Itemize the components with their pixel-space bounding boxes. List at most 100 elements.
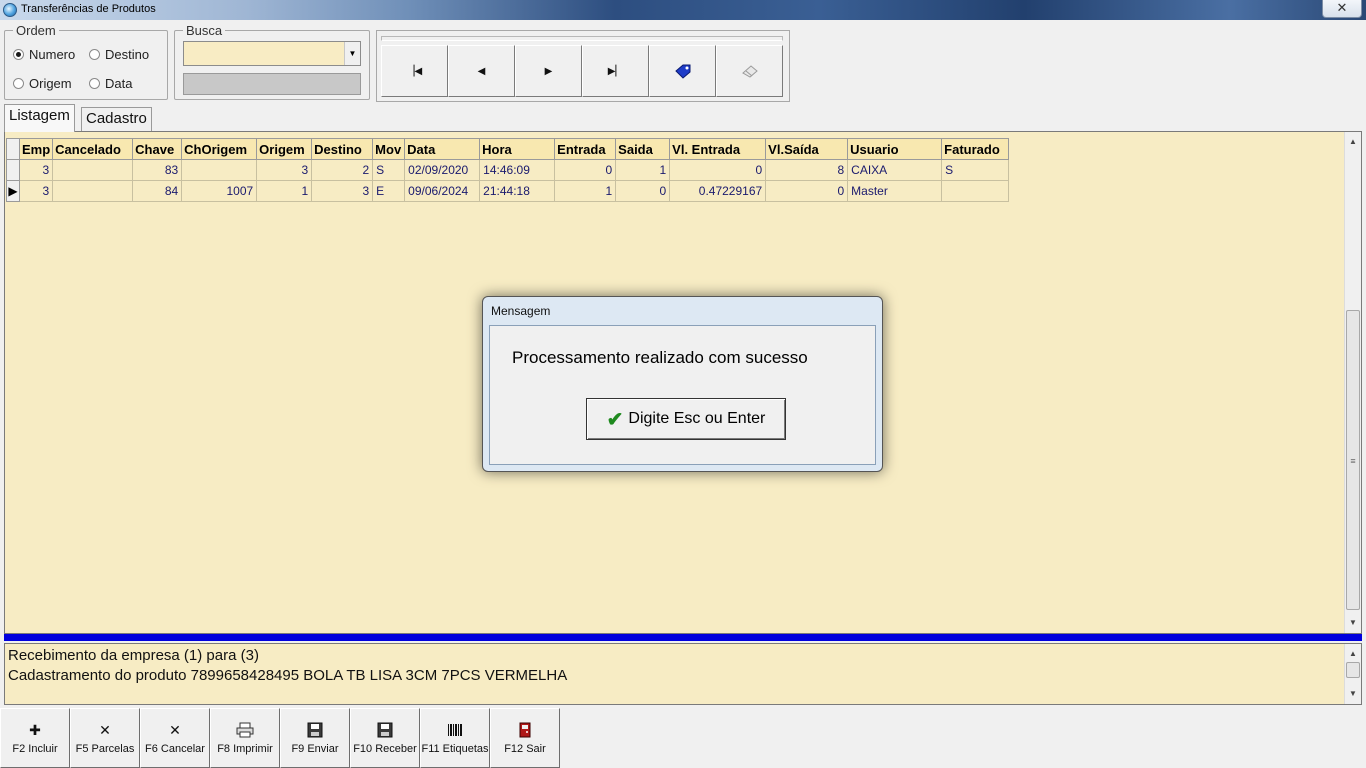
table-row[interactable]: ▶ 3 84 1007 1 3 E 09/06/2024 21:44:18 1 … xyxy=(6,180,1010,202)
cell-chorigem[interactable]: 1007 xyxy=(181,180,258,202)
cell-cancelado[interactable] xyxy=(52,159,134,181)
column-header-emp[interactable]: Emp xyxy=(18,138,54,160)
tab-listagem[interactable]: Listagem xyxy=(4,104,75,132)
last-record-icon: ▶▏ xyxy=(607,65,624,77)
checkmark-icon: ✔ xyxy=(606,408,624,431)
f2-incluir-label: F2 Incluir xyxy=(12,743,58,755)
cell-faturado[interactable]: S xyxy=(941,159,1010,181)
column-header-vl-saida[interactable]: Vl.Saída xyxy=(765,138,849,160)
splitter-bar[interactable] xyxy=(4,634,1362,641)
cell-hora[interactable]: 21:44:18 xyxy=(479,180,556,202)
radio-data-dot[interactable] xyxy=(89,78,100,89)
window-title: Transferências de Produtos xyxy=(21,3,156,15)
cell-data[interactable]: 09/06/2024 xyxy=(404,180,481,202)
cell-saida[interactable]: 0 xyxy=(615,180,671,202)
radio-numero-dot[interactable] xyxy=(13,49,24,60)
cell-vl-saida[interactable]: 0 xyxy=(765,180,849,202)
busca-combo[interactable]: ▼ xyxy=(183,41,361,66)
f2-incluir-button[interactable]: ✚ F2 Incluir xyxy=(0,708,70,768)
column-header-entrada[interactable]: Entrada xyxy=(554,138,617,160)
column-header-chave[interactable]: Chave xyxy=(132,138,183,160)
scroll-up-icon[interactable]: ▲ xyxy=(1345,646,1361,662)
column-header-data[interactable]: Data xyxy=(404,138,481,160)
column-header-hora[interactable]: Hora xyxy=(479,138,556,160)
column-header-saida[interactable]: Saida xyxy=(615,138,671,160)
nav-post-button[interactable] xyxy=(649,45,716,97)
cell-destino[interactable]: 3 xyxy=(311,180,374,202)
table-row[interactable]: 3 83 3 2 S 02/09/2020 14:46:09 0 1 0 8 C… xyxy=(6,159,1010,181)
dialog-ok-label: Digite Esc ou Enter xyxy=(628,410,766,427)
cell-entrada[interactable]: 0 xyxy=(554,159,617,181)
cell-usuario[interactable]: Master xyxy=(847,180,943,202)
ordem-group: Ordem Numero Destino Origem Data xyxy=(4,23,168,100)
f6-cancelar-button[interactable]: ✕ F6 Cancelar xyxy=(140,708,210,768)
f8-imprimir-button[interactable]: F8 Imprimir xyxy=(210,708,280,768)
grid-scrollbar[interactable]: ▲ ≡ ▼ xyxy=(1344,132,1361,633)
column-header-chorigem[interactable]: ChOrigem xyxy=(181,138,258,160)
nav-first-button[interactable]: ▕◀ xyxy=(381,45,448,97)
f5-parcelas-button[interactable]: ✕ F5 Parcelas xyxy=(70,708,140,768)
column-header-vl-entrada[interactable]: Vl. Entrada xyxy=(669,138,767,160)
cell-origem[interactable]: 3 xyxy=(256,159,313,181)
log-memo[interactable]: Recebimento da empresa (1) para (3) Cada… xyxy=(4,643,1362,705)
cell-emp[interactable]: 3 xyxy=(18,159,54,181)
cell-usuario[interactable]: CAIXA xyxy=(847,159,943,181)
cell-mov[interactable]: S xyxy=(372,159,406,181)
tab-cadastro[interactable]: Cadastro xyxy=(81,107,152,131)
scroll-down-icon[interactable]: ▼ xyxy=(1345,615,1361,631)
scroll-down-icon[interactable]: ▼ xyxy=(1345,686,1361,702)
cell-chorigem[interactable] xyxy=(181,159,258,181)
memo-scrollbar[interactable]: ▲ ▼ xyxy=(1344,644,1361,704)
f10-receber-button[interactable]: F10 Receber xyxy=(350,708,420,768)
cell-mov[interactable]: E xyxy=(372,180,406,202)
scroll-thumb[interactable] xyxy=(1346,662,1360,678)
f6-cancelar-label: F6 Cancelar xyxy=(145,743,205,755)
scroll-thumb[interactable]: ≡ xyxy=(1346,310,1360,610)
f8-imprimir-label: F8 Imprimir xyxy=(217,743,273,755)
cell-data[interactable]: 02/09/2020 xyxy=(404,159,481,181)
first-record-icon: ▕◀ xyxy=(406,65,423,77)
column-header-faturado[interactable]: Faturado xyxy=(941,138,1010,160)
cell-vl-entrada[interactable]: 0 xyxy=(669,159,767,181)
cell-origem[interactable]: 1 xyxy=(256,180,313,202)
radio-origem-dot[interactable] xyxy=(13,78,24,89)
f12-sair-button[interactable]: F12 Sair xyxy=(490,708,560,768)
radio-destino[interactable]: Destino xyxy=(89,47,149,62)
cell-chave[interactable]: 84 xyxy=(132,180,183,202)
scroll-up-icon[interactable]: ▲ xyxy=(1345,134,1361,150)
column-header-origem[interactable]: Origem xyxy=(256,138,313,160)
column-header-mov[interactable]: Mov xyxy=(372,138,406,160)
cell-entrada[interactable]: 1 xyxy=(554,180,617,202)
cell-cancelado[interactable] xyxy=(52,180,134,202)
chevron-down-icon[interactable]: ▼ xyxy=(344,42,360,65)
title-bar: Transferências de Produtos ✕ xyxy=(0,0,1366,20)
cell-hora[interactable]: 14:46:09 xyxy=(479,159,556,181)
radio-destino-dot[interactable] xyxy=(89,49,100,60)
radio-data[interactable]: Data xyxy=(89,76,132,91)
radio-numero[interactable]: Numero xyxy=(13,47,75,62)
dialog-ok-button[interactable]: ✔ Digite Esc ou Enter xyxy=(586,398,786,440)
cell-destino[interactable]: 2 xyxy=(311,159,374,181)
cell-chave[interactable]: 83 xyxy=(132,159,183,181)
f5-parcelas-label: F5 Parcelas xyxy=(75,743,135,755)
nav-cancel-button[interactable] xyxy=(716,45,783,97)
f11-etiquetas-button[interactable]: F11 Etiquetas xyxy=(420,708,490,768)
close-button[interactable]: ✕ xyxy=(1322,0,1362,18)
plus-icon: ✚ xyxy=(29,722,41,738)
cell-faturado[interactable] xyxy=(941,180,1010,202)
column-header-usuario[interactable]: Usuario xyxy=(847,138,943,160)
column-header-cancelado[interactable]: Cancelado xyxy=(52,138,134,160)
nav-next-button[interactable]: ▶ xyxy=(515,45,582,97)
column-header-destino[interactable]: Destino xyxy=(311,138,374,160)
cell-vl-entrada[interactable]: 0.47229167 xyxy=(669,180,767,202)
f9-enviar-button[interactable]: F9 Enviar xyxy=(280,708,350,768)
cell-emp[interactable]: 3 xyxy=(18,180,54,202)
message-dialog: Mensagem Processamento realizado com suc… xyxy=(482,296,883,472)
log-line: Recebimento da empresa (1) para (3) xyxy=(8,647,259,664)
nav-prior-button[interactable]: ◀ xyxy=(448,45,515,97)
cell-vl-saida[interactable]: 8 xyxy=(765,159,849,181)
radio-origem[interactable]: Origem xyxy=(13,76,72,91)
floppy-icon xyxy=(377,722,393,738)
cell-saida[interactable]: 1 xyxy=(615,159,671,181)
nav-last-button[interactable]: ▶▏ xyxy=(582,45,649,97)
